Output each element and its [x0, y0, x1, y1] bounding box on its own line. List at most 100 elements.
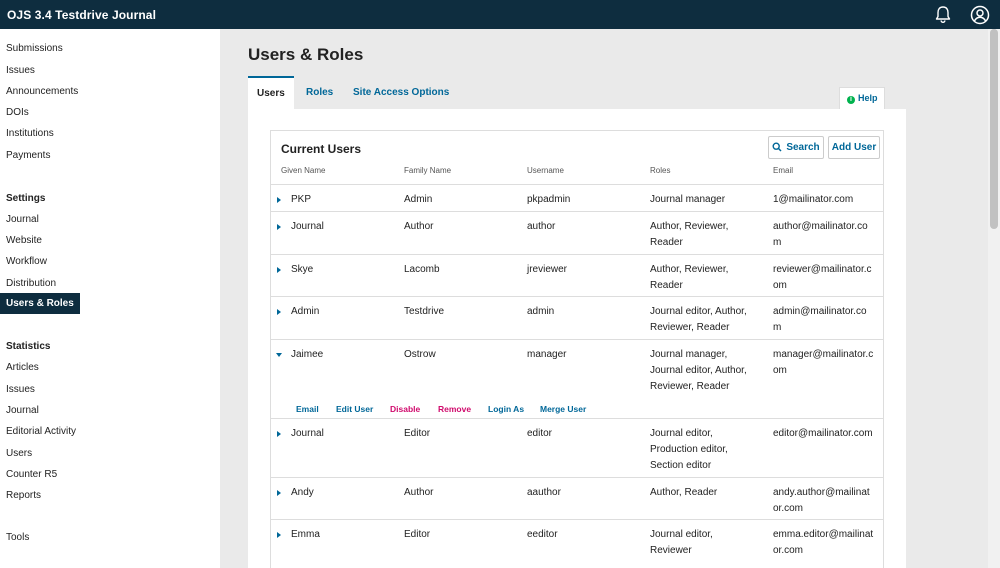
page-title: Users & Roles — [248, 45, 364, 64]
email: 1@mailinator.com — [773, 194, 854, 205]
sidebar-item-announcements[interactable]: Announcements — [0, 81, 84, 102]
email: author@mailinator.co m — [773, 221, 868, 248]
collapse-row-icon[interactable] — [276, 353, 282, 357]
family-name: Admin — [404, 194, 433, 205]
sidebar-item-stat-users[interactable]: Users — [0, 443, 38, 464]
roles: Author, Reviewer, Reader — [650, 264, 729, 291]
merge-user-action[interactable]: Merge User — [540, 404, 586, 414]
tab-site-access-options[interactable]: Site Access Options — [353, 76, 449, 110]
email: emma.editor@mailinat or.com — [773, 529, 874, 556]
column-header-given-name[interactable]: Given Name — [281, 166, 325, 175]
table-row[interactable]: Emma Editor eeditor Journal editor, Revie… — [271, 519, 883, 568]
roles: Journal editor, Author, Reviewer, Reader — [650, 306, 747, 333]
family-name: Editor — [404, 428, 431, 439]
sidebar-item-submissions[interactable]: Submissions — [0, 38, 69, 59]
main-background: Users & Roles Users Roles Site Access Op… — [220, 29, 988, 568]
bell-icon[interactable] — [934, 5, 952, 24]
help-label: Help — [858, 93, 878, 103]
search-button-label: Search — [786, 142, 820, 153]
sidebar-item-stat-issues[interactable]: Issues — [0, 379, 41, 400]
remove-user-action[interactable]: Remove — [438, 404, 471, 414]
sidebar-item-stat-journal[interactable]: Journal — [0, 400, 45, 421]
expand-row-icon[interactable] — [277, 490, 281, 496]
email: admin@mailinator.co m — [773, 306, 867, 333]
column-header-username[interactable]: Username — [527, 166, 564, 175]
user-avatar-icon[interactable] — [970, 5, 990, 25]
sidebar-item-articles[interactable]: Articles — [0, 357, 45, 378]
email-user-action[interactable]: Email — [296, 404, 319, 414]
search-button[interactable]: Search — [768, 136, 824, 159]
sidebar-item-editorial-activity[interactable]: Editorial Activity — [0, 421, 82, 442]
expand-row-icon[interactable] — [277, 431, 281, 437]
roles: Journal editor, Reviewer — [650, 529, 713, 556]
table-row[interactable]: Skye Lacomb jreviewer Author, Reviewer, R… — [271, 254, 883, 296]
given-name: Jaimee — [291, 349, 324, 360]
sidebar-item-issues[interactable]: Issues — [0, 60, 41, 81]
sidebar-item-website[interactable]: Website — [0, 230, 48, 251]
family-name: Lacomb — [404, 264, 440, 275]
given-name: Andy — [291, 487, 314, 498]
username: jreviewer — [527, 264, 568, 275]
sidebar-item-workflow[interactable]: Workflow — [0, 251, 53, 272]
app-title[interactable]: OJS 3.4 Testdrive Journal — [7, 8, 156, 22]
family-name: Editor — [404, 529, 431, 540]
roles: Journal manager — [650, 194, 726, 205]
family-name: Ostrow — [404, 349, 436, 360]
sidebar-item-journal[interactable]: Journal — [0, 209, 45, 230]
row-actions: Email Edit User Disable Remove Login As … — [271, 404, 883, 418]
scrollbar[interactable] — [988, 29, 1000, 568]
current-users-card: Current Users Search Add User Given Name… — [270, 130, 884, 568]
statistics-heading: Statistics — [6, 341, 51, 352]
info-icon: i — [847, 96, 855, 104]
column-header-family-name[interactable]: Family Name — [404, 166, 451, 175]
sidebar-item-users-roles[interactable]: Users & Roles — [0, 293, 80, 314]
table-row[interactable]: Journal Author author Author, Reviewer, R… — [271, 211, 883, 254]
email: andy.author@mailinat or.com — [773, 487, 870, 514]
search-icon — [772, 142, 782, 152]
expand-row-icon[interactable] — [277, 224, 281, 230]
sidebar-item-tools[interactable]: Tools — [0, 527, 35, 548]
username: editor — [527, 428, 553, 439]
sidebar-item-reports[interactable]: Reports — [0, 485, 47, 506]
given-name: Skye — [291, 264, 314, 275]
table-row-expanded[interactable]: Jaimee Ostrow manager Journal manager, Jo… — [271, 339, 883, 418]
username: eeditor — [527, 529, 558, 540]
table-row[interactable]: Andy Author aauthor Author, Reader andy.… — [271, 477, 883, 519]
given-name: Admin — [291, 306, 320, 317]
expand-row-icon[interactable] — [277, 197, 281, 203]
scrollbar-thumb[interactable] — [990, 29, 998, 229]
sidebar-item-dois[interactable]: DOIs — [0, 102, 35, 123]
username: pkpadmin — [527, 194, 571, 205]
family-name: Author — [404, 221, 434, 232]
column-header-email[interactable]: Email — [773, 166, 793, 175]
sidebar-item-distribution[interactable]: Distribution — [0, 273, 62, 294]
table-row[interactable]: Journal Editor editor Journal editor, Pro… — [271, 418, 883, 477]
username: manager — [527, 349, 567, 360]
current-users-title: Current Users — [281, 142, 362, 156]
roles: Author, Reader — [650, 487, 718, 498]
roles: Journal editor, Production editor, Section… — [650, 428, 728, 471]
expand-row-icon[interactable] — [277, 532, 281, 538]
table-row[interactable]: PKP Admin pkpadmin Journal manager 1@mai… — [271, 184, 883, 211]
given-name: PKP — [291, 194, 312, 205]
expand-row-icon[interactable] — [277, 267, 281, 273]
expand-row-icon[interactable] — [277, 309, 281, 315]
help-button[interactable]: i Help — [839, 87, 885, 109]
users-panel: Current Users Search Add User Given Name… — [248, 109, 906, 568]
family-name: Author — [404, 487, 434, 498]
table-row[interactable]: Admin Testdrive admin Journal editor, Au… — [271, 296, 883, 339]
disable-user-action[interactable]: Disable — [390, 404, 420, 414]
sidebar-item-counter-r5[interactable]: Counter R5 — [0, 464, 63, 485]
username: admin — [527, 306, 555, 317]
top-bar: OJS 3.4 Testdrive Journal — [0, 0, 1000, 29]
edit-user-action[interactable]: Edit User — [336, 404, 373, 414]
tab-roles[interactable]: Roles — [306, 76, 333, 110]
sidebar-item-payments[interactable]: Payments — [0, 145, 56, 166]
email: editor@mailinator.com — [773, 428, 873, 439]
add-user-button[interactable]: Add User — [828, 136, 880, 159]
given-name: Journal — [291, 221, 324, 232]
sidebar-item-institutions[interactable]: Institutions — [0, 123, 60, 144]
tab-users[interactable]: Users — [248, 76, 294, 110]
column-header-roles[interactable]: Roles — [650, 166, 670, 175]
login-as-action[interactable]: Login As — [488, 404, 524, 414]
